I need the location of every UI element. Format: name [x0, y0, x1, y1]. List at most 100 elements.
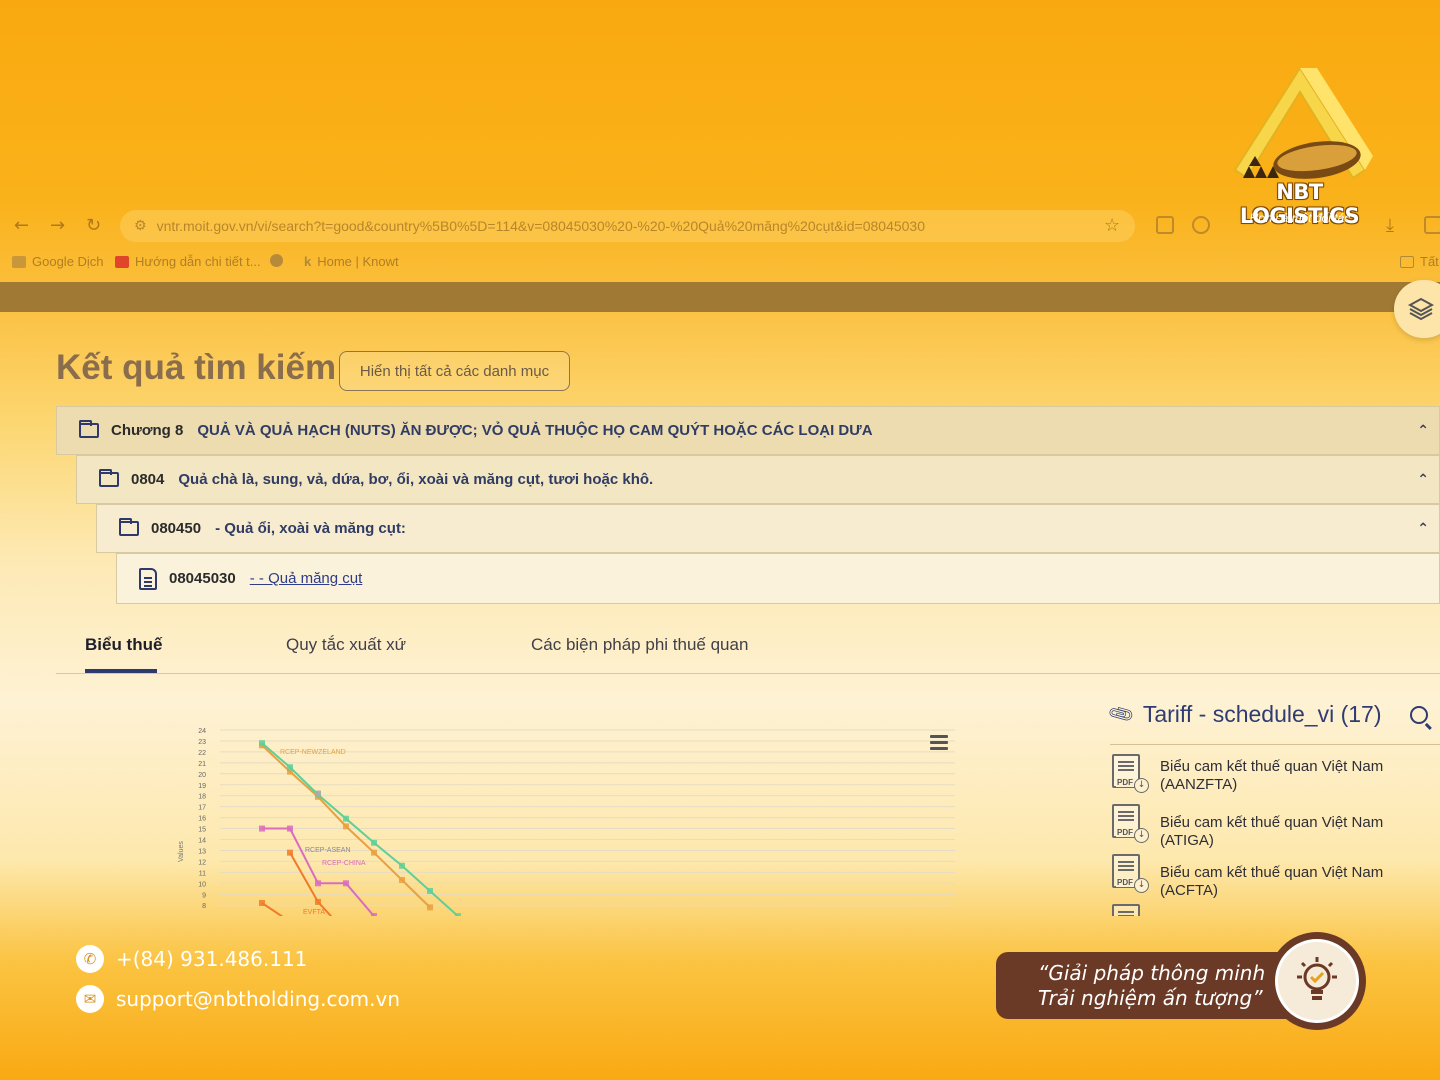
y-tick-label: 17	[198, 805, 206, 812]
phone-number: +(84) 931.486.111	[116, 947, 308, 971]
data-point	[371, 849, 377, 856]
data-point	[287, 849, 293, 856]
data-point	[427, 904, 433, 911]
pdf-download-icon[interactable]: PDF ↓	[1110, 752, 1150, 794]
reload-icon[interactable]: ↻	[86, 215, 101, 236]
data-point	[259, 740, 265, 747]
y-tick-label: 14	[198, 838, 206, 845]
browser-toolbar: ← → ↻ ⚙ vntr.moit.gov.vn/vi/search?t=goo…	[0, 205, 1440, 247]
tree-code: 080450	[151, 520, 202, 537]
tree-row-chapter[interactable]: Chương 8 QUẢ VÀ QUẢ HẠCH (NUTS) ĂN ĐƯỢC;…	[56, 406, 1440, 455]
tree-row-item: 08045030 - - Quả măng cụt	[116, 553, 1440, 604]
tree-code: Chương 8	[111, 422, 184, 439]
data-point	[427, 887, 433, 894]
tariff-item-label: Biểu cam kết thuế quan Việt Nam (ACFTA)	[1160, 864, 1384, 899]
lightbulb-badge	[1268, 932, 1366, 1030]
bookmark-google-dich[interactable]: Google Dịch	[12, 254, 104, 269]
y-tick-label: 20	[198, 772, 206, 779]
tab-quy-tac-xuat-xu[interactable]: Quy tắc xuất xứ	[286, 635, 406, 655]
y-tick-label: 18	[198, 794, 206, 801]
sidebar-icon[interactable]	[1424, 216, 1440, 234]
y-tick-label: 22	[198, 750, 206, 757]
data-point	[455, 913, 461, 916]
chart-svg: 8 9 10 11 12 13 14 15 16 17 18 19 20 21 22 23 24 Values RC…	[178, 728, 955, 916]
bookmark-label: Tất	[1420, 254, 1439, 269]
mail-icon: ✉	[76, 985, 104, 1013]
tariff-title: Tariff - schedule_vi (17)	[1142, 701, 1382, 727]
document-icon	[139, 567, 157, 590]
tariff-item[interactable]	[1110, 902, 1440, 916]
phone-icon: ✆	[76, 945, 104, 973]
bookmarks-bar: Google Dịch Hướng dẫn chi tiết t... k Ho…	[0, 250, 1440, 274]
translate-icon	[12, 255, 26, 268]
divider	[1110, 744, 1440, 745]
tab-bieu-thue[interactable]: Biểu thuế	[85, 635, 162, 655]
address-bar[interactable]: ⚙ vntr.moit.gov.vn/vi/search?t=good&coun…	[120, 210, 1135, 242]
tree-row-heading[interactable]: 0804 Quả chà là, sung, vả, dứa, bơ, ổi, …	[76, 455, 1440, 504]
bookmark-star-icon[interactable]: ☆	[1104, 215, 1120, 236]
show-all-categories-button[interactable]: Hiển thị tất cả các danh mục	[339, 351, 570, 391]
active-tab-indicator	[85, 669, 157, 673]
tree-desc: Quả chà là, sung, vả, dứa, bơ, ổi, xoài …	[178, 471, 654, 488]
y-tick-label: 9	[202, 892, 206, 899]
data-point	[315, 790, 321, 797]
tree-row-subheading[interactable]: 080450 - Quả ổi, xoài và măng cụt: ⌃	[96, 504, 1440, 553]
series-label: RCEP-NEWZELAND	[280, 749, 346, 756]
chevron-up-icon[interactable]: ⌃	[1417, 423, 1429, 439]
phone-contact: ✆ +(84) 931.486.111	[76, 945, 307, 973]
data-point	[343, 823, 349, 830]
tree-desc: - Quả ổi, xoài và măng cụt:	[215, 520, 406, 537]
tariff-item[interactable]: PDF ↓ Biểu cam kết thuế quan Việt Nam (AT…	[1110, 802, 1440, 852]
data-point	[287, 825, 293, 832]
y-tick-label: 24	[198, 728, 206, 735]
extension-icon[interactable]	[1192, 216, 1210, 234]
tree-code: 08045030	[169, 570, 236, 587]
address-url: vntr.moit.gov.vn/vi/search?t=good&countr…	[156, 218, 926, 234]
tree-desc: QUẢ VÀ QUẢ HẠCH (NUTS) ĂN ĐƯỢC; VỎ QUẢ T…	[197, 422, 873, 439]
data-point	[259, 825, 265, 832]
tariff-item-label: Biểu cam kết thuế quan Việt Nam (AANZFTA…	[1160, 758, 1384, 793]
search-icon[interactable]	[1410, 706, 1428, 724]
tariff-item[interactable]: PDF ↓ Biểu cam kết thuế quan Việt Nam (AA…	[1110, 752, 1440, 802]
tree-item-link[interactable]: - - Quả măng cụt	[250, 570, 363, 587]
tab-bar: Biểu thuế Quy tắc xuất xứ Các biện pháp …	[56, 620, 1440, 674]
folder-icon	[79, 420, 99, 438]
y-tick-label: 12	[198, 859, 206, 866]
data-point	[287, 764, 293, 771]
chevron-up-icon[interactable]: ⌃	[1417, 521, 1429, 537]
tariff-chart: 8 9 10 11 12 13 14 15 16 17 18 19 20 21 22 23 24 Values RC…	[175, 722, 965, 916]
bookmark-huong-dan[interactable]: Hướng dẫn chi tiết t...	[115, 254, 261, 269]
pdf-download-icon[interactable]: PDF ↓	[1110, 852, 1150, 894]
tree-code: 0804	[131, 471, 165, 488]
extension-icon[interactable]	[1156, 216, 1174, 234]
data-point	[371, 839, 377, 846]
folder-icon	[99, 469, 119, 487]
bookmark-label: Hướng dẫn chi tiết t...	[135, 254, 261, 269]
chart-menu-icon[interactable]	[930, 735, 948, 753]
bookmark-folder-all[interactable]: Tất	[1400, 254, 1439, 269]
back-arrow-icon[interactable]: ←	[14, 215, 29, 236]
download-icon[interactable]: ⤓	[1386, 215, 1394, 236]
knowt-icon: k	[304, 254, 312, 269]
bookmark-knowt[interactable]: k Home | Knowt	[304, 254, 399, 269]
bookmark-label: Google Dịch	[32, 254, 104, 269]
bookmark-globe[interactable]	[270, 254, 283, 267]
tab-bien-phap-phi-thue-quan[interactable]: Các biện pháp phi thuế quan	[531, 635, 748, 655]
chevron-up-icon[interactable]: ⌃	[1417, 472, 1429, 488]
page-title: Kết quả tìm kiếm	[56, 348, 337, 387]
pdf-download-icon[interactable]	[1110, 902, 1150, 916]
tariff-item[interactable]: PDF ↓ Biểu cam kết thuế quan Việt Nam (AC…	[1110, 852, 1440, 902]
site-header-band	[0, 282, 1440, 312]
y-tick-label: 8	[202, 903, 206, 910]
y-tick-label: 19	[198, 783, 206, 790]
forward-arrow-icon[interactable]: →	[50, 215, 65, 236]
data-point	[343, 880, 349, 887]
layers-button[interactable]	[1394, 280, 1440, 338]
data-point	[343, 815, 349, 822]
tariff-list: PDF ↓ Biểu cam kết thuế quan Việt Nam (AA…	[1110, 752, 1440, 916]
site-settings-icon[interactable]: ⚙	[134, 218, 147, 234]
series-label: RCEP-ASEAN	[305, 847, 351, 854]
series-label: EVFTA	[303, 909, 325, 916]
pdf-download-icon[interactable]: PDF ↓	[1110, 802, 1150, 844]
lightbulb-icon	[1297, 957, 1337, 1000]
